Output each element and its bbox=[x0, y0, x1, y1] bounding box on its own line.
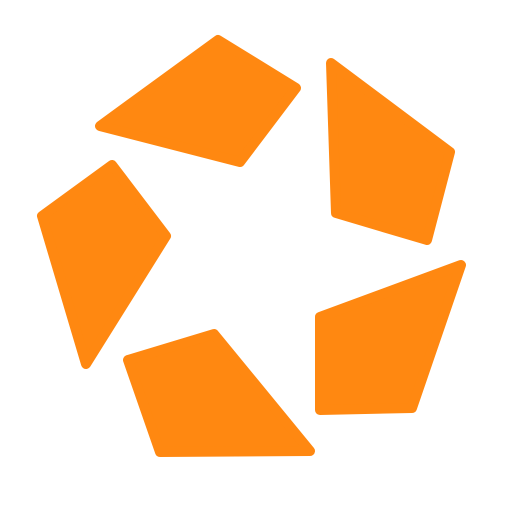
logo-segment-top-left bbox=[95, 35, 301, 167]
logo-segment-bottom-left bbox=[123, 329, 315, 457]
logo-segment-top-right bbox=[326, 58, 455, 245]
logo-segment-bottom-right bbox=[315, 260, 466, 415]
logo-segment-left bbox=[37, 160, 171, 369]
pentagon-star-logo-icon bbox=[37, 35, 466, 457]
